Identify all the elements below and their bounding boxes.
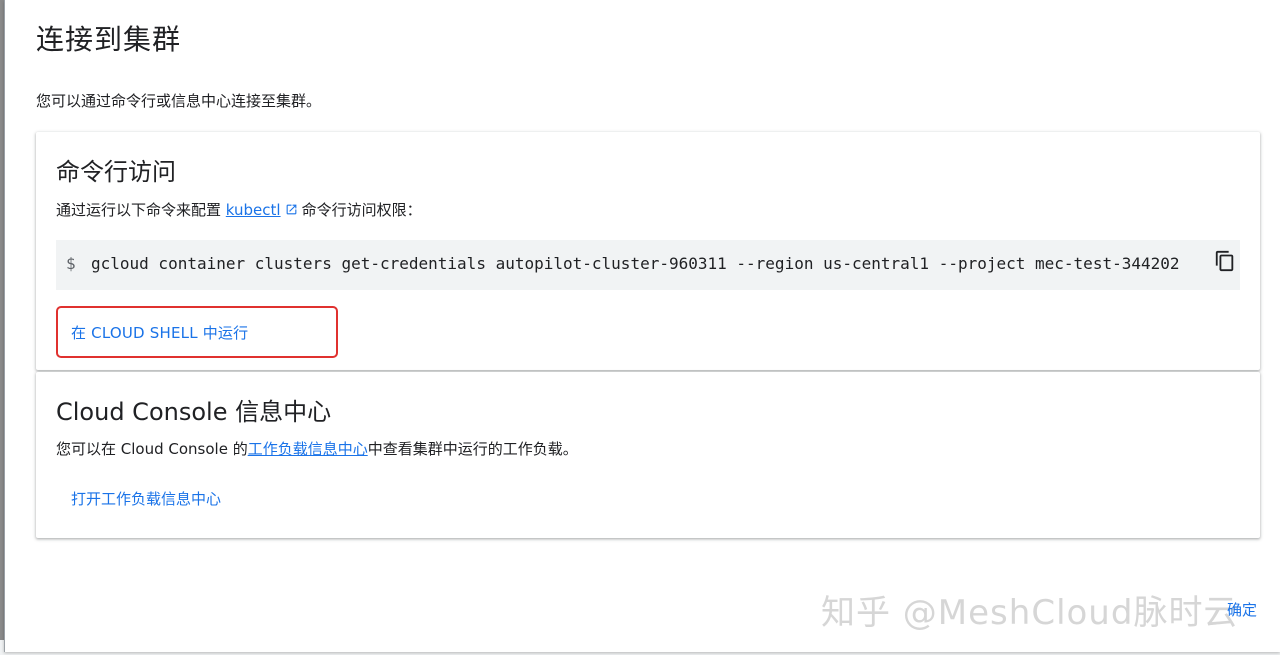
watermark-text: 知乎 @MeshCloud脉时云: [821, 593, 1239, 633]
copy-icon: [1215, 250, 1234, 272]
console-card-title: Cloud Console 信息中心: [56, 398, 332, 426]
run-in-cloud-shell-button[interactable]: 在 CLOUD SHELL 中运行: [56, 306, 338, 358]
workloads-dashboard-link[interactable]: 工作负载信息中心: [248, 440, 368, 458]
open-workloads-dashboard-button[interactable]: 打开工作负载信息中心: [71, 488, 221, 509]
command-code-box: $ gcloud container clusters get-credenti…: [56, 240, 1240, 290]
cli-access-card: 命令行访问 通过运行以下命令来配置 kubectl 命令行访问权限： $ gclo…: [36, 132, 1260, 370]
cli-card-title: 命令行访问: [56, 158, 176, 186]
cli-text-before: 通过运行以下命令来配置: [56, 201, 222, 219]
console-dashboard-card: Cloud Console 信息中心 您可以在 Cloud Console 的工…: [36, 372, 1260, 538]
cli-card-text: 通过运行以下命令来配置 kubectl 命令行访问权限：: [56, 199, 422, 220]
copy-command-button[interactable]: [1214, 250, 1240, 276]
console-text-before: 您可以在 Cloud Console 的: [56, 440, 248, 458]
dialog-title: 连接到集群: [36, 23, 182, 56]
dialog-description: 您可以通过命令行或信息中心连接至集群。: [36, 92, 322, 110]
connect-cluster-dialog: 连接到集群 您可以通过命令行或信息中心连接至集群。 命令行访问 通过运行以下命令…: [4, 0, 1280, 652]
shell-prompt: $: [66, 254, 76, 273]
gcloud-command[interactable]: gcloud container clusters get-credential…: [91, 254, 1180, 273]
console-card-text: 您可以在 Cloud Console 的工作负载信息中心中查看集群中运行的工作负…: [56, 438, 578, 459]
kubectl-link[interactable]: kubectl: [226, 201, 281, 219]
console-text-after: 中查看集群中运行的工作负载。: [367, 440, 578, 458]
external-link-icon[interactable]: [285, 203, 298, 216]
cli-text-after: 命令行访问权限：: [301, 201, 422, 219]
ok-button[interactable]: 确定: [1227, 599, 1257, 620]
run-in-cloud-shell-label: 在 CLOUD SHELL 中运行: [71, 324, 249, 342]
